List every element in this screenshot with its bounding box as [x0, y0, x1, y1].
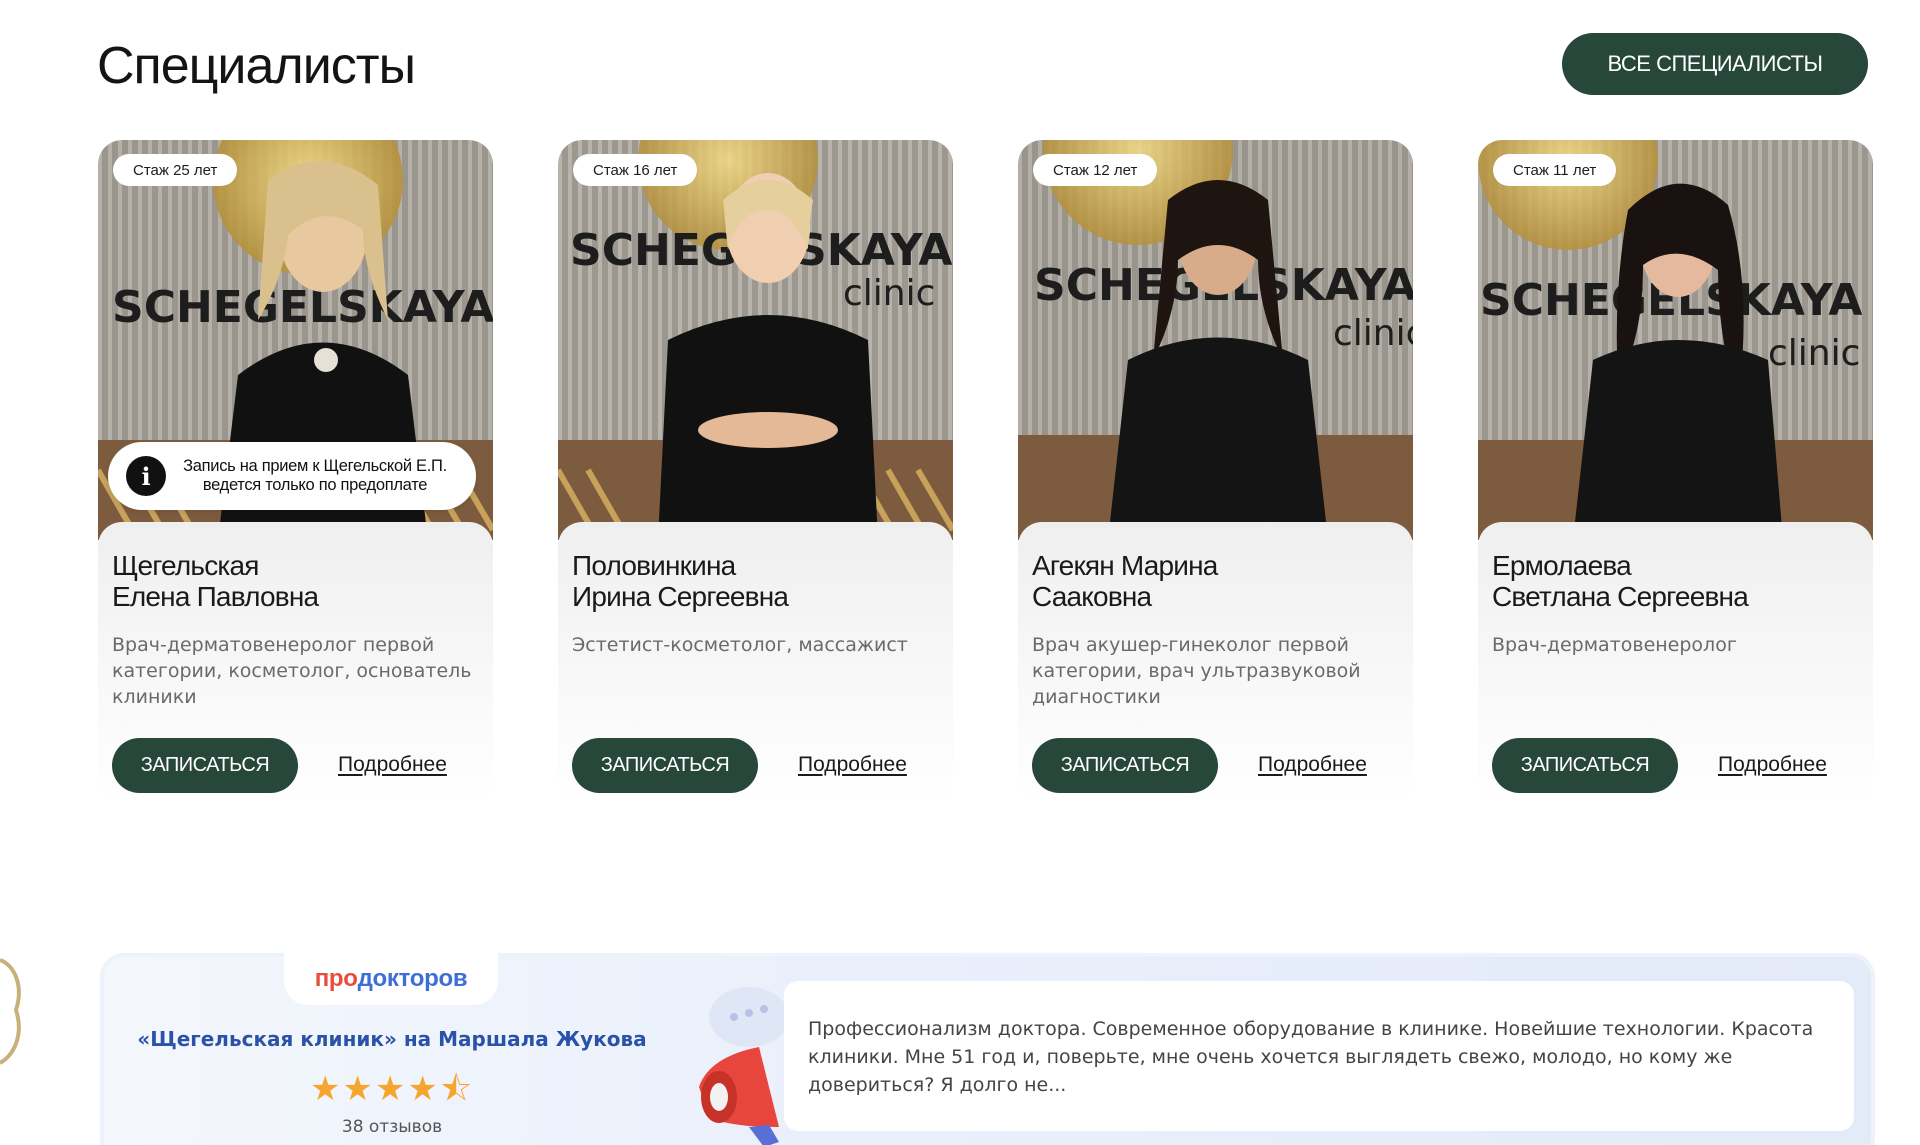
- specialist-name[interactable]: Ермолаева Светлана Сергеевна: [1492, 550, 1862, 612]
- name-line: Ирина Сергеевна: [572, 581, 789, 612]
- name-line: Елена Павловна: [112, 581, 319, 612]
- book-button[interactable]: ЗАПИСАТЬСЯ: [1032, 738, 1218, 793]
- prepayment-notice: i Запись на прием к Щегельской Е.П. веде…: [108, 442, 476, 510]
- specialist-name[interactable]: Щегельская Елена Павловна: [112, 550, 482, 612]
- notice-line: Запись на прием к Щегельской Е.П.: [183, 457, 447, 475]
- clinic-name[interactable]: «Щегельская клиник» на Маршала Жукова: [104, 1027, 680, 1051]
- experience-badge: Стаж 12 лет: [1033, 154, 1158, 186]
- specialist-info: Агекян Марина Сааковна Врач акушер-гинек…: [1018, 522, 1413, 805]
- specialist-card: SCHEGELSKAYA clinic Стаж 11 лет Ермолаев…: [1478, 140, 1873, 805]
- specialist-photo[interactable]: SCHEGELSKAYA clinic Стаж 12 лет: [1018, 140, 1413, 540]
- specialist-info: Ермолаева Светлана Сергеевна Врач-дермат…: [1478, 522, 1873, 805]
- specialist-card: SCHEGELSKAYA clinic Стаж 16 лет Половинк…: [558, 140, 953, 805]
- specialist-specialty: Врач-дерматовенеролог: [1492, 634, 1737, 656]
- decorative-shape: [0, 958, 21, 1065]
- experience-badge: Стаж 16 лет: [573, 154, 698, 186]
- experience-badge: Стаж 25 лет: [113, 154, 238, 186]
- backdrop-brand-sub: clinic: [1768, 333, 1860, 374]
- specialist-card: SCHEGELSKAYA Стаж 25 лет i Запись на при…: [98, 140, 493, 805]
- page-title: Специалисты: [97, 37, 416, 95]
- prodoctorov-review-widget[interactable]: про докторов «Щегельская клиник» на Марша…: [100, 953, 1875, 1145]
- more-link[interactable]: Подробнее: [1258, 753, 1367, 777]
- backdrop-brand-text: SCHEGELSKAYA: [112, 282, 493, 333]
- specialist-info: Половинкина Ирина Сергеевна Эстетист-кос…: [558, 522, 953, 805]
- specialist-specialty: Эстетист-косметолог, массажист: [572, 634, 908, 656]
- book-button[interactable]: ЗАПИСАТЬСЯ: [572, 738, 758, 793]
- logo-text-part2: докторов: [357, 965, 468, 992]
- specialist-name[interactable]: Половинкина Ирина Сергеевна: [572, 550, 942, 612]
- book-button[interactable]: ЗАПИСАТЬСЯ: [1492, 738, 1678, 793]
- review-quote: Профессионализм доктора. Современное обо…: [784, 981, 1854, 1131]
- specialist-name[interactable]: Агекян Марина Сааковна: [1032, 550, 1402, 612]
- rating-stars: ★★★★⯪: [309, 1070, 475, 1108]
- more-link[interactable]: Подробнее: [1718, 753, 1827, 777]
- reviews-count[interactable]: 38 отзывов: [104, 1117, 680, 1137]
- specialist-photo[interactable]: SCHEGELSKAYA Стаж 25 лет i Запись на при…: [98, 140, 493, 540]
- specialists-list: SCHEGELSKAYA Стаж 25 лет i Запись на при…: [98, 140, 1873, 805]
- specialist-specialty: Врач акушер-гинеколог первой категории, …: [1032, 634, 1361, 708]
- book-button[interactable]: ЗАПИСАТЬСЯ: [112, 738, 298, 793]
- notice-line: ведется только по предоплате: [202, 476, 428, 494]
- more-link[interactable]: Подробнее: [338, 753, 447, 777]
- specialist-card: SCHEGELSKAYA clinic Стаж 12 лет Агекян М…: [1018, 140, 1413, 805]
- experience-badge: Стаж 11 лет: [1493, 154, 1617, 186]
- backdrop-brand-sub: clinic: [843, 273, 935, 314]
- name-line: Агекян Марина: [1032, 550, 1218, 581]
- specialist-photo[interactable]: SCHEGELSKAYA clinic Стаж 16 лет: [558, 140, 953, 540]
- name-line: Половинкина: [572, 550, 736, 581]
- backdrop-brand-sub: clinic: [1333, 313, 1413, 354]
- name-line: Сааковна: [1032, 581, 1152, 612]
- more-link[interactable]: Подробнее: [798, 753, 907, 777]
- prodoctorov-logo[interactable]: про докторов: [284, 953, 498, 1005]
- all-specialists-button[interactable]: ВСЕ СПЕЦИАЛИСТЫ: [1562, 33, 1868, 95]
- specialist-photo[interactable]: SCHEGELSKAYA clinic Стаж 11 лет: [1478, 140, 1873, 540]
- megaphone-icon: [699, 987, 789, 1145]
- specialist-specialty: Врач-дерматовенеролог первой категории, …: [112, 634, 472, 708]
- name-line: Светлана Сергеевна: [1492, 581, 1749, 612]
- name-line: Щегельская: [112, 550, 259, 581]
- name-line: Ермолаева: [1492, 550, 1632, 581]
- logo-text-part1: про: [314, 965, 358, 992]
- info-icon: i: [126, 456, 166, 496]
- specialist-info: Щегельская Елена Павловна Врач-дерматове…: [98, 522, 493, 805]
